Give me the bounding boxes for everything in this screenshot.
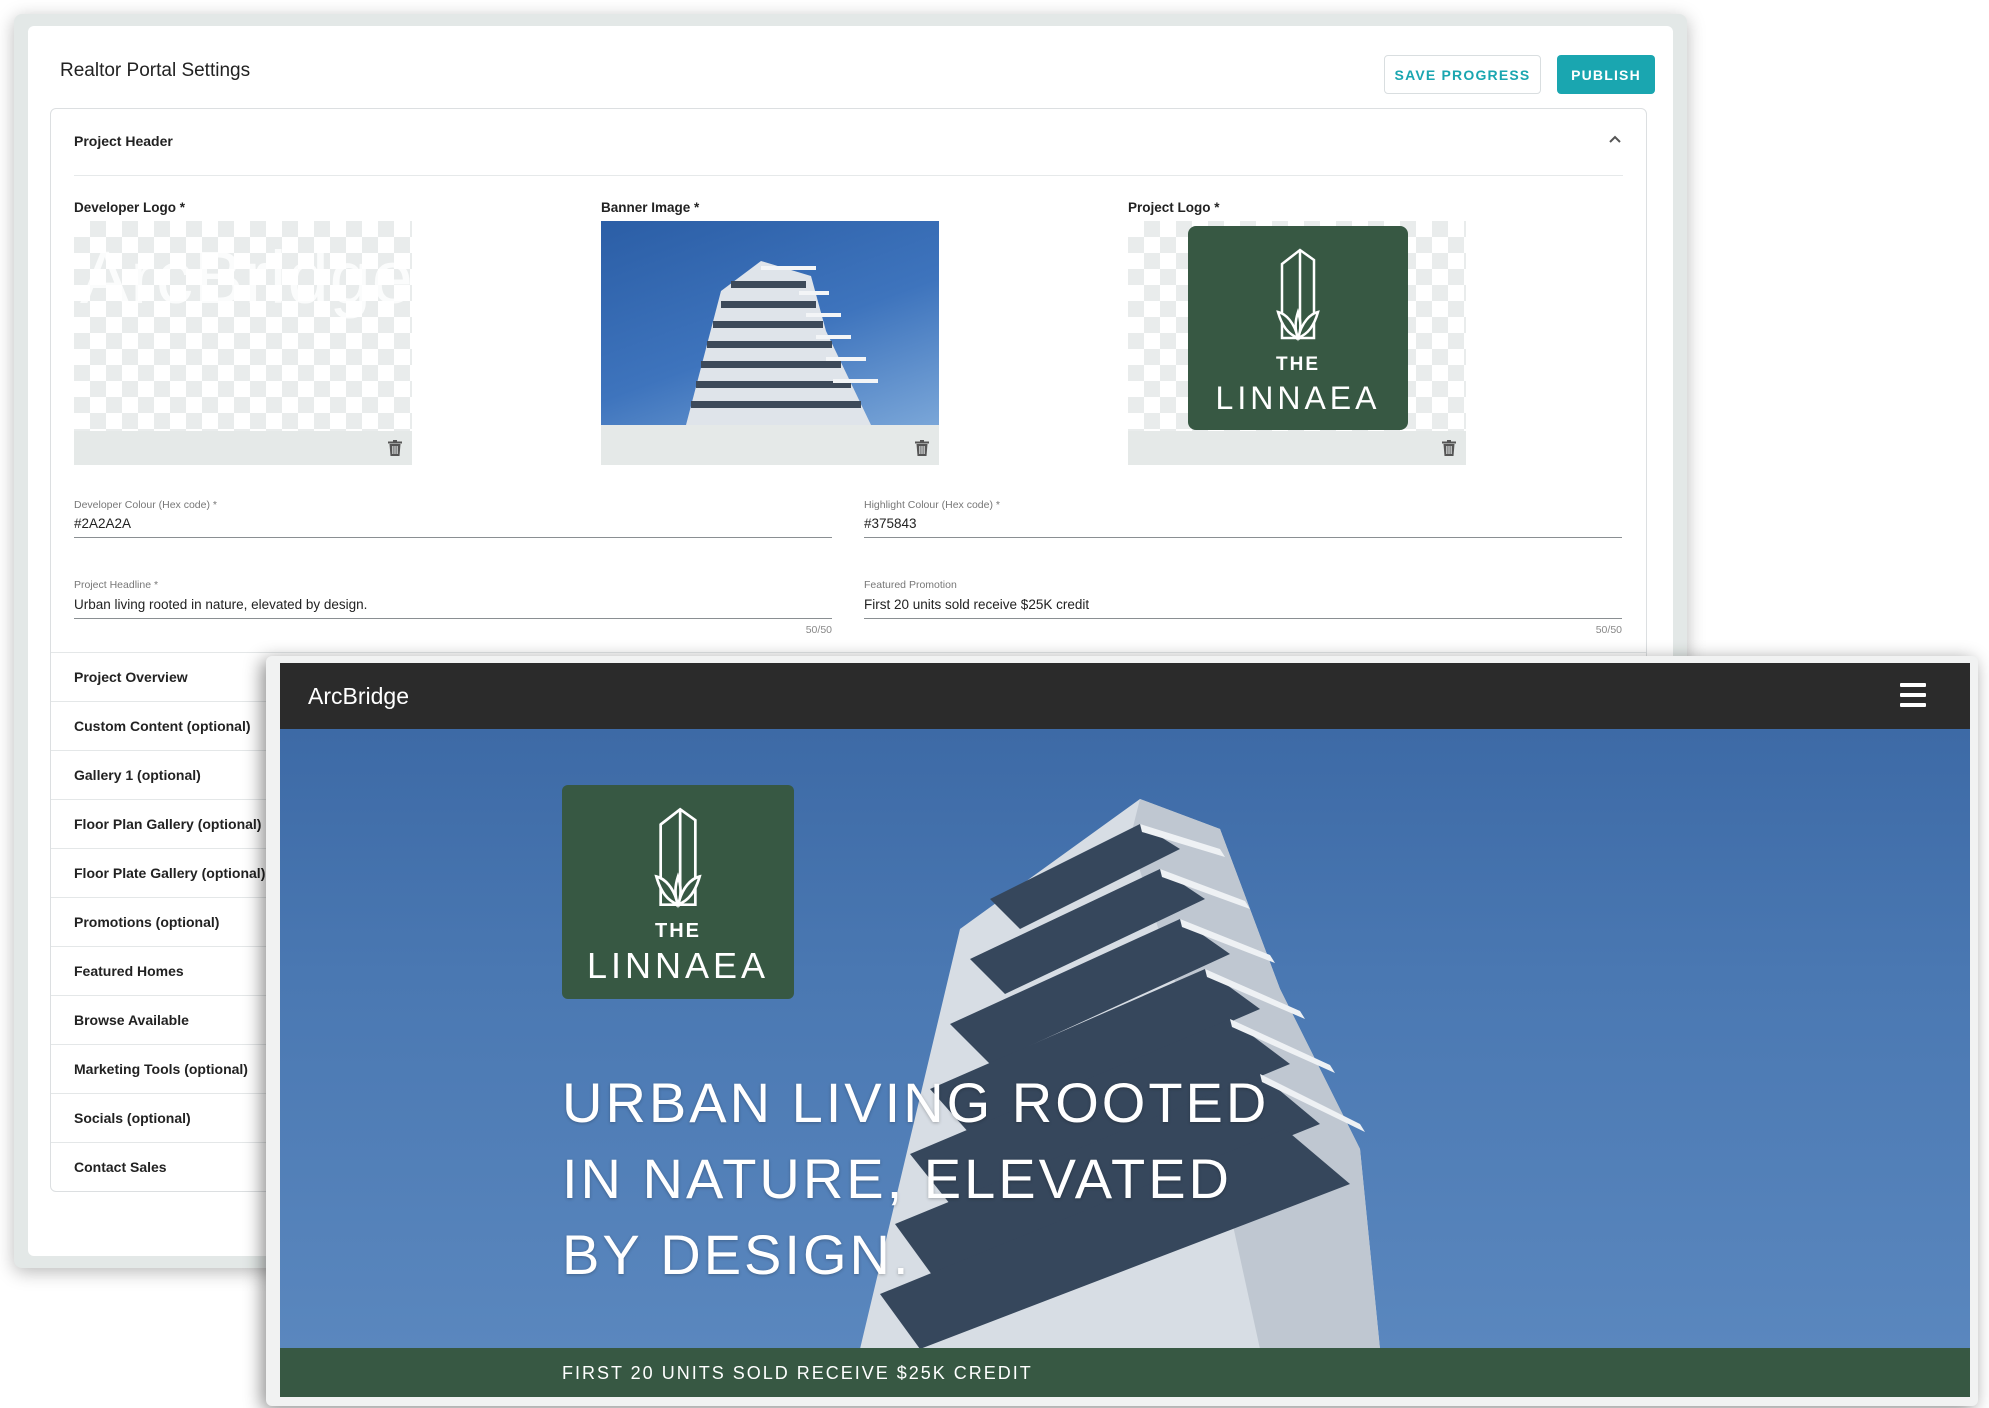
portal-preview: ArcBridge THE LINNAEA URBAN LIVING ROOTE… xyxy=(280,663,1970,1397)
project-header-section-toggle[interactable]: Project Header xyxy=(51,109,1646,175)
tower-leaf-icon xyxy=(654,807,702,909)
building-image xyxy=(686,261,878,425)
developer-logo-upload[interactable]: ArcBridge xyxy=(74,221,412,465)
featured-promotion-input[interactable]: First 20 units sold receive $25K credit xyxy=(864,597,1089,612)
highlight-colour-label: Highlight Colour (Hex code) * xyxy=(864,499,1000,511)
section-label: Custom Content (optional) xyxy=(74,718,251,734)
hero-project-logo: THE LINNAEA xyxy=(562,785,794,999)
section-label: Browse Available xyxy=(74,1012,189,1028)
section-label: Floor Plan Gallery (optional) xyxy=(74,816,262,832)
logo-the-text: THE xyxy=(655,920,701,942)
project-headline-label: Project Headline * xyxy=(74,579,159,591)
developer-colour-label: Developer Colour (Hex code) * xyxy=(74,499,217,511)
banner-image-label: Banner Image * xyxy=(601,200,700,215)
banner-image-upload[interactable] xyxy=(601,221,939,465)
developer-logo-image: ArcBridge xyxy=(80,236,412,319)
input-underline xyxy=(864,537,1622,538)
portal-preview-window: ArcBridge THE LINNAEA URBAN LIVING ROOTE… xyxy=(266,656,1978,1406)
input-underline xyxy=(74,618,832,619)
character-counter: 50/50 xyxy=(805,624,832,636)
developer-logo-label: Developer Logo * xyxy=(74,200,186,215)
section-label: Gallery 1 (optional) xyxy=(74,767,201,783)
section-label: Featured Homes xyxy=(74,963,184,979)
trash-icon[interactable] xyxy=(388,440,402,456)
project-headline-input[interactable]: Urban living rooted in nature, elevated … xyxy=(74,597,367,612)
section-label: Project Overview xyxy=(74,669,188,685)
section-label: Promotions (optional) xyxy=(74,914,220,930)
hamburger-menu-icon[interactable] xyxy=(1900,683,1926,707)
banner-image xyxy=(601,221,939,425)
character-counter: 50/50 xyxy=(1595,624,1622,636)
section-label: Contact Sales xyxy=(74,1159,167,1175)
save-progress-button[interactable]: SAVE PROGRESS xyxy=(1384,55,1541,94)
publish-button[interactable]: PUBLISH xyxy=(1557,55,1655,94)
trash-icon[interactable] xyxy=(915,440,929,456)
page-title: Realtor Portal Settings xyxy=(60,60,251,81)
project-logo-upload[interactable]: THE LINNAEA xyxy=(1128,221,1466,465)
developer-colour-input[interactable]: #2A2A2A xyxy=(74,516,131,531)
hero-banner: THE LINNAEA Urban living rooted in natur… xyxy=(280,729,1970,1348)
chevron-up-icon xyxy=(1609,135,1621,143)
input-underline xyxy=(864,618,1622,619)
promotion-text: First 20 units sold receive $25K credit xyxy=(562,1363,1033,1383)
input-underline xyxy=(74,537,832,538)
logo-name-text: LINNAEA xyxy=(586,945,770,986)
tower-leaf-icon xyxy=(1276,248,1320,342)
section-label: Project Header xyxy=(74,133,173,149)
project-logo-image: THE LINNAEA xyxy=(1188,226,1408,430)
divider xyxy=(74,175,1623,176)
highlight-colour-input[interactable]: #375843 xyxy=(864,516,917,531)
logo-the-text: THE xyxy=(1276,354,1320,375)
trash-icon[interactable] xyxy=(1442,440,1456,456)
section-label: Socials (optional) xyxy=(74,1110,191,1126)
section-label: Marketing Tools (optional) xyxy=(74,1061,248,1077)
promotion-banner: First 20 units sold receive $25K credit xyxy=(280,1348,1970,1397)
hero-headline: Urban living rooted in nature, elevated … xyxy=(562,1071,1270,1286)
project-logo-label: Project Logo * xyxy=(1128,200,1220,215)
section-label: Floor Plate Gallery (optional) xyxy=(74,865,266,881)
brand-name[interactable]: ArcBridge xyxy=(308,683,409,710)
logo-name-text: LINNAEA xyxy=(1215,380,1381,416)
featured-promotion-label: Featured Promotion xyxy=(864,579,957,591)
preview-navbar: ArcBridge xyxy=(280,663,1970,729)
